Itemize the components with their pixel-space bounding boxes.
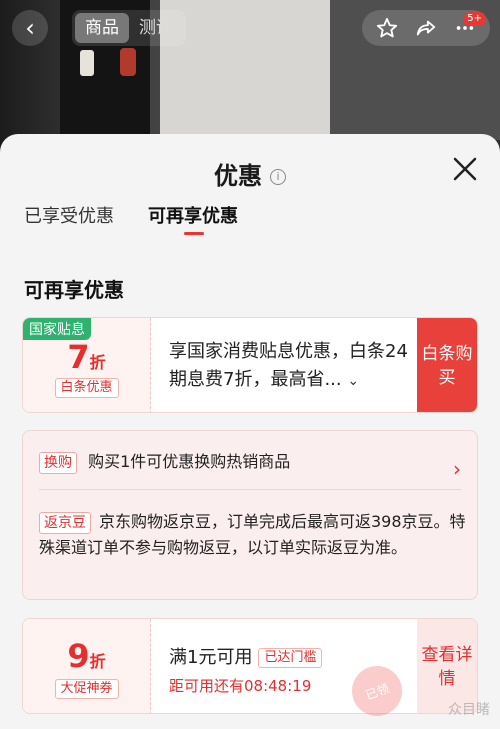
top-actions: 5+ — [362, 10, 490, 46]
coupon-type-pill: 白条优惠 — [54, 378, 119, 398]
discount-sheet: 优惠 i 已享受优惠 可再享优惠 可再享优惠 国家贴息 7折 白条优惠 享国家消费… — [0, 134, 500, 729]
bean-tag: 返京豆 — [39, 512, 91, 534]
chevron-right-icon[interactable]: › — [453, 457, 461, 481]
chevron-left-icon: ‹ — [25, 14, 35, 42]
discount-unit: 折 — [89, 353, 106, 372]
background-bottle — [80, 50, 94, 76]
section-title: 可再享优惠 — [24, 278, 124, 302]
bean-row: 返京豆 京东购物返京豆，订单完成后最高可返398京豆。特殊渠道订单不参与购物返豆… — [39, 509, 467, 561]
coupon-left: 9折 大促神券 — [23, 619, 151, 713]
tab-available-discounts[interactable]: 可再享优惠 — [148, 202, 238, 242]
back-button[interactable]: ‹ — [12, 10, 48, 46]
coupon-condition: 满1元可用 已达门槛 — [169, 643, 323, 669]
subsidy-tag: 国家贴息 — [23, 318, 91, 340]
baitiao-buy-button[interactable]: 白条购买 — [417, 318, 477, 412]
top-tabs: 商品 测评 — [72, 10, 186, 46]
coupon-card-promo: 9折 大促神券 满1元可用 已达门槛 距可用还有08:48:19 查看详情 — [22, 618, 478, 714]
chevron-down-icon: ⌄ — [347, 373, 360, 389]
discount-number: 7 — [67, 338, 90, 376]
countdown-text: 距可用还有08:48:19 — [169, 677, 312, 695]
sheet-title-text: 优惠 — [214, 162, 262, 190]
info-icon[interactable]: i — [270, 169, 286, 185]
close-icon[interactable] — [452, 156, 478, 182]
coupon-left: 国家贴息 7折 白条优惠 — [23, 318, 151, 412]
discount-value: 7折 — [23, 338, 150, 376]
coupon-type-pill: 大促神券 — [54, 679, 119, 699]
tab-enjoyed-discounts[interactable]: 已享受优惠 — [24, 202, 114, 242]
coupon-card-baitiao: 国家贴息 7折 白条优惠 享国家消费贴息优惠，白条24期息费7折，最高省... … — [22, 317, 478, 413]
threshold-reached-badge: 已达门槛 — [258, 648, 323, 668]
tab-review[interactable]: 测评 — [129, 13, 183, 43]
trade-in-row[interactable]: 换购 购买1件可优惠换购热销商品 — [39, 449, 290, 475]
bean-text: 京东购物返京豆，订单完成后最高可返398京豆。特殊渠道订单不参与购物返豆，以订单… — [39, 512, 466, 557]
sheet-header: 优惠 i — [0, 134, 500, 204]
watermark: 众目睹 — [448, 702, 490, 718]
star-icon[interactable] — [373, 14, 401, 42]
divider — [39, 489, 461, 490]
coupon-description[interactable]: 享国家消费贴息优惠，白条24期息费7折，最高省... ⌄ — [169, 338, 413, 395]
sheet-title: 优惠 i — [0, 156, 500, 191]
trade-in-text: 购买1件可优惠换购热销商品 — [88, 452, 291, 471]
message-badge: 5+ — [463, 12, 486, 26]
coupon-description-text: 享国家消费贴息优惠，白条24期息费7折，最高省... — [169, 341, 408, 390]
discount-value: 9折 — [23, 637, 150, 675]
promo-card: 换购 购买1件可优惠换购热销商品 › 返京豆 京东购物返京豆，订单完成后最高可返… — [22, 430, 478, 600]
discount-unit: 折 — [89, 652, 106, 671]
tab-product[interactable]: 商品 — [75, 13, 129, 43]
coupon-condition-text: 满1元可用 — [169, 647, 253, 668]
discount-tabs: 已享受优惠 可再享优惠 — [0, 202, 248, 242]
discount-number: 9 — [67, 637, 90, 675]
trade-in-tag: 换购 — [39, 452, 77, 474]
background-bottle-red — [120, 48, 136, 76]
share-icon[interactable] — [412, 14, 440, 42]
